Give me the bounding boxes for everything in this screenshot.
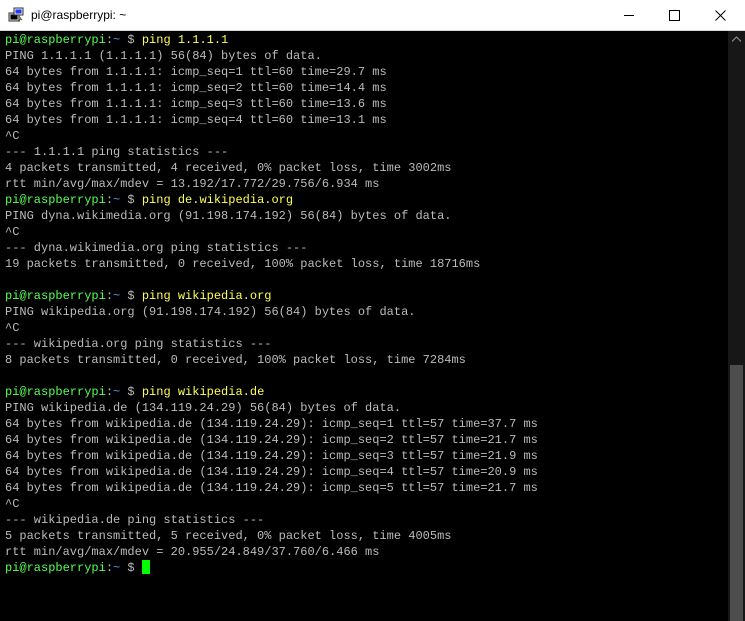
output-line: rtt min/avg/max/mdev = 20.955/24.849/37.… bbox=[5, 545, 380, 559]
output-line: --- wikipedia.org ping statistics --- bbox=[5, 337, 272, 351]
prompt-user-host: pi@raspberrypi bbox=[5, 193, 106, 207]
prompt-symbol: $ bbox=[120, 385, 142, 399]
prompt-line: pi@raspberrypi:~ $ ping de.wikipedia.org bbox=[5, 192, 538, 208]
terminal-lines: pi@raspberrypi:~ $ ping 1.1.1.1 PING 1.1.… bbox=[5, 32, 538, 576]
output-line: PING wikipedia.de (134.119.24.29) 56(84)… bbox=[5, 401, 402, 415]
command-text: ping wikipedia.de bbox=[141, 385, 265, 399]
output-line: 64 bytes from wikipedia.de (134.119.24.2… bbox=[5, 449, 538, 463]
output-line: 64 bytes from wikipedia.de (134.119.24.2… bbox=[5, 433, 538, 447]
output-line: 4 packets transmitted, 4 received, 0% pa… bbox=[5, 161, 452, 175]
output-line: 64 bytes from 1.1.1.1: icmp_seq=2 ttl=60… bbox=[5, 81, 387, 95]
prompt-line: pi@raspberrypi:~ $ ping wikipedia.org bbox=[5, 288, 538, 304]
command-text: ping wikipedia.org bbox=[141, 289, 272, 303]
prompt-separator: : bbox=[105, 289, 114, 303]
prompt-symbol: $ bbox=[120, 289, 142, 303]
output-line: rtt min/avg/max/mdev = 13.192/17.772/29.… bbox=[5, 177, 380, 191]
prompt-symbol: $ bbox=[120, 193, 142, 207]
output-line: --- dyna.wikimedia.org ping statistics -… bbox=[5, 241, 308, 255]
output-line: --- 1.1.1.1 ping statistics --- bbox=[5, 145, 229, 159]
output-line: 19 packets transmitted, 0 received, 100%… bbox=[5, 257, 481, 271]
title-bar[interactable]: pi@raspberrypi: ~ bbox=[0, 0, 745, 31]
putty-terminal-icon bbox=[8, 7, 24, 23]
output-line: 64 bytes from 1.1.1.1: icmp_seq=4 ttl=60… bbox=[5, 113, 387, 127]
maximize-button[interactable] bbox=[652, 0, 698, 30]
scroll-up-button[interactable] bbox=[728, 31, 745, 48]
output-line: ^C bbox=[5, 129, 20, 143]
maximize-icon bbox=[669, 10, 680, 21]
prompt-user-host: pi@raspberrypi bbox=[5, 33, 106, 47]
text-cursor bbox=[141, 560, 150, 574]
output-line: 64 bytes from 1.1.1.1: icmp_seq=1 ttl=60… bbox=[5, 65, 387, 79]
prompt-user-host: pi@raspberrypi bbox=[5, 561, 106, 575]
output-line: 64 bytes from wikipedia.de (134.119.24.2… bbox=[5, 465, 538, 479]
output-line: 5 packets transmitted, 5 received, 0% pa… bbox=[5, 529, 452, 543]
prompt-user-host: pi@raspberrypi bbox=[5, 289, 106, 303]
prompt-line: pi@raspberrypi:~ $ ping wikipedia.de bbox=[5, 384, 538, 400]
terminal-window: pi@raspberrypi: ~ pi@raspberrypi:~ $ pin… bbox=[0, 0, 745, 621]
command-text: ping de.wikipedia.org bbox=[141, 193, 294, 207]
command-text: ping 1.1.1.1 bbox=[141, 33, 229, 47]
output-line: PING dyna.wikimedia.org (91.198.174.192)… bbox=[5, 209, 452, 223]
prompt-symbol: $ bbox=[120, 33, 142, 47]
close-icon bbox=[715, 10, 726, 21]
prompt-separator: : bbox=[105, 193, 114, 207]
prompt-separator: : bbox=[105, 33, 114, 47]
output-line: 64 bytes from 1.1.1.1: icmp_seq=3 ttl=60… bbox=[5, 97, 387, 111]
minimize-button[interactable] bbox=[607, 0, 653, 30]
output-line: ^C bbox=[5, 497, 20, 511]
output-line: 64 bytes from wikipedia.de (134.119.24.2… bbox=[5, 481, 538, 495]
prompt-user-host: pi@raspberrypi bbox=[5, 385, 106, 399]
output-line: PING 1.1.1.1 (1.1.1.1) 56(84) bytes of d… bbox=[5, 49, 322, 63]
prompt-line: pi@raspberrypi:~ $ bbox=[5, 560, 538, 576]
minimize-icon bbox=[624, 15, 634, 16]
output-line: --- wikipedia.de ping statistics --- bbox=[5, 513, 265, 527]
prompt-symbol: $ bbox=[120, 561, 142, 575]
output-line: ^C bbox=[5, 321, 20, 335]
window-title: pi@raspberrypi: ~ bbox=[31, 8, 127, 22]
scrollbar-thumb[interactable] bbox=[730, 365, 743, 621]
close-button[interactable] bbox=[698, 0, 744, 30]
prompt-separator: : bbox=[105, 385, 114, 399]
output-line: 8 packets transmitted, 0 received, 100% … bbox=[5, 353, 466, 367]
terminal-output[interactable]: pi@raspberrypi:~ $ ping 1.1.1.1 PING 1.1.… bbox=[0, 31, 728, 621]
output-line: ^C bbox=[5, 225, 20, 239]
scroll-up-arrow-icon bbox=[732, 36, 741, 42]
prompt-line: pi@raspberrypi:~ $ ping 1.1.1.1 bbox=[5, 32, 538, 48]
vertical-scrollbar[interactable] bbox=[728, 31, 745, 621]
prompt-separator: : bbox=[105, 561, 114, 575]
output-line: 64 bytes from wikipedia.de (134.119.24.2… bbox=[5, 417, 538, 431]
output-line: PING wikipedia.org (91.198.174.192) 56(8… bbox=[5, 305, 416, 319]
